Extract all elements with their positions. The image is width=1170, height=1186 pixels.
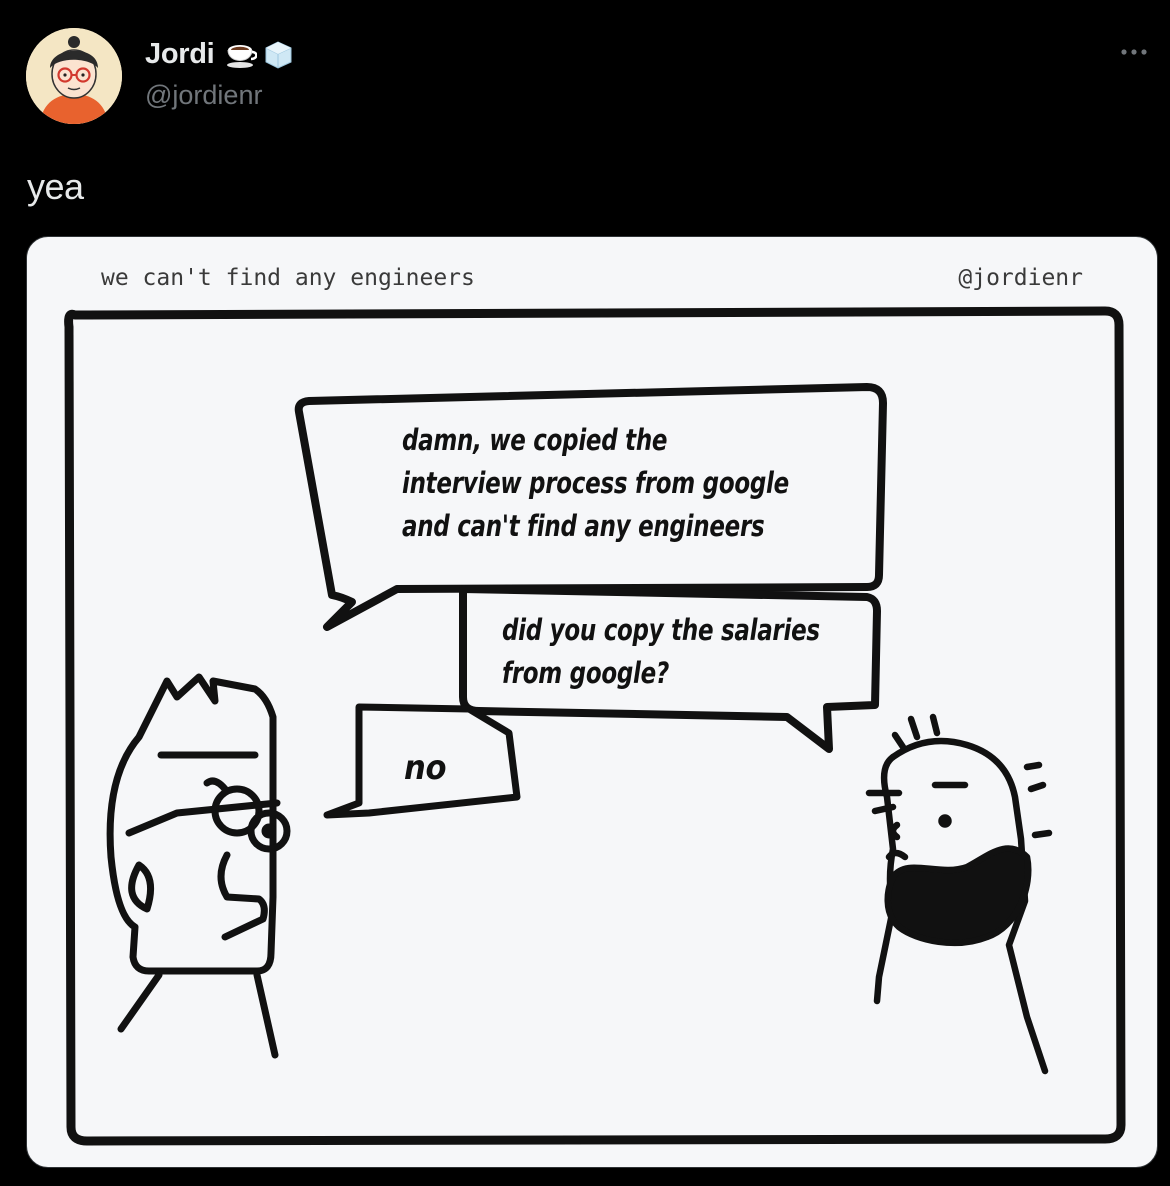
ice-cube-icon bbox=[265, 41, 292, 69]
avatar[interactable] bbox=[26, 28, 122, 124]
more-options-button[interactable] bbox=[1117, 40, 1153, 64]
comic-drawing bbox=[64, 306, 1126, 1146]
tweet-media-image[interactable]: we can't find any engineers @jordienr da… bbox=[26, 236, 1158, 1168]
speech-bubble-3-text: no bbox=[404, 748, 447, 788]
left-character bbox=[106, 673, 291, 1059]
display-name[interactable]: Jordi bbox=[145, 38, 215, 71]
handle[interactable]: @jordienr bbox=[145, 80, 262, 111]
more-horizontal-icon bbox=[1121, 49, 1147, 55]
avatar-illustration bbox=[26, 28, 122, 124]
right-character bbox=[865, 713, 1053, 1075]
speech-bubble-1-text: damn, we copied the interview process fr… bbox=[402, 423, 789, 543]
coffee-cup-icon bbox=[227, 45, 257, 68]
speech-bubble-2-text: did you copy the salaries from google? bbox=[502, 613, 820, 690]
comic-title: we can't find any engineers bbox=[101, 265, 475, 291]
tweet-text: yea bbox=[27, 166, 84, 207]
comic-credit: @jordienr bbox=[958, 265, 1083, 291]
